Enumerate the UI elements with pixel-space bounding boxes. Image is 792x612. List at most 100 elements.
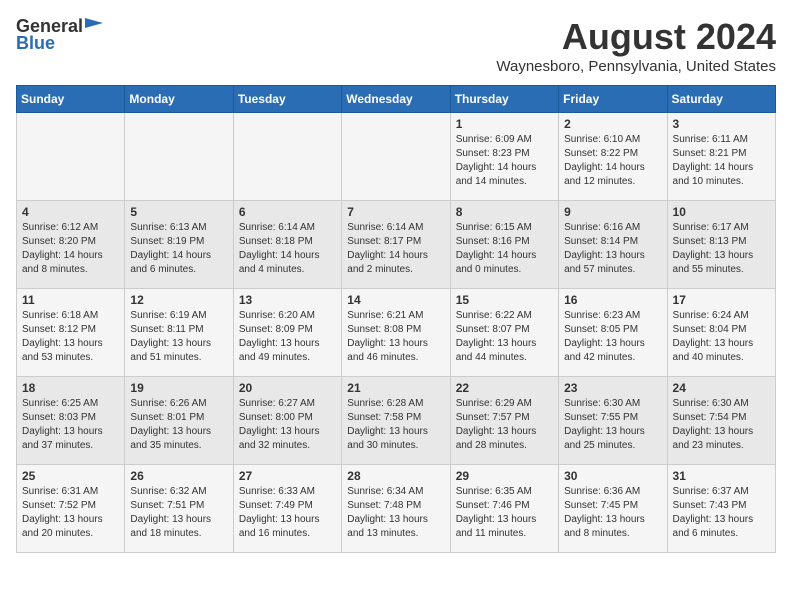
calendar-cell: 15Sunrise: 6:22 AM Sunset: 8:07 PM Dayli… [450,289,558,377]
header-saturday: Saturday [667,86,775,113]
calendar-cell: 14 Sunrise: 6:21 AM Sunset: 8:08 PM Dayli… [342,289,450,377]
day-number: 1 [456,117,553,131]
calendar-cell: 8 Sunrise: 6:15 AM Sunset: 8:16 PM Daylig… [450,201,558,289]
day-number: 12 [130,293,227,307]
calendar-cell: 25 Sunrise: 6:31 AM Sunset: 7:52 PM Dayli… [17,465,125,553]
day-info: Sunrise: 6:09 AM Sunset: 8:23 PM Dayligh… [456,133,553,189]
day-info: Sunrise: 6:19 AM Sunset: 8:11 PM Dayligh… [130,309,227,365]
header: General Blue August 2024 Waynesboro, Pen… [16,16,776,75]
calendar-cell: 24Sunrise: 6:30 AM Sunset: 7:54 PM Dayli… [667,377,775,465]
header-thursday: Thursday [450,86,558,113]
day-info: Sunrise: 6:21 AM Sunset: 8:08 PM Dayligh… [347,309,444,365]
calendar-cell: 12 Sunrise: 6:19 AM Sunset: 8:11 PM Dayli… [125,289,233,377]
calendar-cell: 2Sunrise: 6:10 AM Sunset: 8:22 PM Daylig… [559,113,667,201]
day-info: Sunrise: 6:20 AM Sunset: 8:09 PM Dayligh… [239,309,336,365]
day-number: 14 [347,293,444,307]
calendar-cell: 13 Sunrise: 6:20 AM Sunset: 8:09 PM Dayli… [233,289,341,377]
day-info: Sunrise: 6:10 AM Sunset: 8:22 PM Dayligh… [564,133,661,189]
day-info: Sunrise: 6:36 AM Sunset: 7:45 PM Dayligh… [564,485,661,541]
logo: General Blue [16,16,103,54]
day-info: Sunrise: 6:30 AM Sunset: 7:55 PM Dayligh… [564,397,661,453]
calendar-cell: 3Sunrise: 6:11 AM Sunset: 8:21 PM Daylig… [667,113,775,201]
calendar-cell: 31Sunrise: 6:37 AM Sunset: 7:43 PM Dayli… [667,465,775,553]
day-info: Sunrise: 6:14 AM Sunset: 8:18 PM Dayligh… [239,221,336,277]
day-number: 15 [456,293,553,307]
header-wednesday: Wednesday [342,86,450,113]
day-number: 18 [22,381,119,395]
calendar-cell: 10 Sunrise: 6:17 AM Sunset: 8:13 PM Dayli… [667,201,775,289]
day-number: 7 [347,205,444,219]
header-friday: Friday [559,86,667,113]
calendar-cell: 17Sunrise: 6:24 AM Sunset: 8:04 PM Dayli… [667,289,775,377]
day-number: 4 [22,205,119,219]
day-number: 28 [347,469,444,483]
day-number: 30 [564,469,661,483]
day-number: 19 [130,381,227,395]
calendar-cell [233,113,341,201]
title-area: August 2024 Waynesboro, Pennsylvania, Un… [496,16,776,75]
day-info: Sunrise: 6:14 AM Sunset: 8:17 PM Dayligh… [347,221,444,277]
day-info: Sunrise: 6:32 AM Sunset: 7:51 PM Dayligh… [130,485,227,541]
logo-blue-text: Blue [16,33,55,54]
day-number: 16 [564,293,661,307]
calendar-cell: 5 Sunrise: 6:13 AM Sunset: 8:19 PM Daylig… [125,201,233,289]
day-number: 17 [673,293,770,307]
calendar-cell: 19Sunrise: 6:26 AM Sunset: 8:01 PM Dayli… [125,377,233,465]
day-number: 3 [673,117,770,131]
day-number: 10 [673,205,770,219]
day-info: Sunrise: 6:17 AM Sunset: 8:13 PM Dayligh… [673,221,770,277]
day-info: Sunrise: 6:31 AM Sunset: 7:52 PM Dayligh… [22,485,119,541]
day-number: 5 [130,205,227,219]
location-subtitle: Waynesboro, Pennsylvania, United States [496,58,776,75]
calendar-cell: 26 Sunrise: 6:32 AM Sunset: 7:51 PM Dayli… [125,465,233,553]
day-info: Sunrise: 6:16 AM Sunset: 8:14 PM Dayligh… [564,221,661,277]
calendar-week-3: 18 Sunrise: 6:25 AM Sunset: 8:03 PM Dayli… [17,377,776,465]
calendar-cell: 16 Sunrise: 6:23 AM Sunset: 8:05 PM Dayli… [559,289,667,377]
day-info: Sunrise: 6:29 AM Sunset: 7:57 PM Dayligh… [456,397,553,453]
header-sunday: Sunday [17,86,125,113]
day-number: 13 [239,293,336,307]
calendar-cell: 18 Sunrise: 6:25 AM Sunset: 8:03 PM Dayli… [17,377,125,465]
calendar-header-row: SundayMondayTuesdayWednesdayThursdayFrid… [17,86,776,113]
header-monday: Monday [125,86,233,113]
calendar-cell: 22 Sunrise: 6:29 AM Sunset: 7:57 PM Dayli… [450,377,558,465]
day-number: 22 [456,381,553,395]
day-info: Sunrise: 6:15 AM Sunset: 8:16 PM Dayligh… [456,221,553,277]
calendar-cell: 29 Sunrise: 6:35 AM Sunset: 7:46 PM Dayli… [450,465,558,553]
calendar-week-4: 25 Sunrise: 6:31 AM Sunset: 7:52 PM Dayli… [17,465,776,553]
calendar-cell [17,113,125,201]
calendar-cell: 28 Sunrise: 6:34 AM Sunset: 7:48 PM Dayli… [342,465,450,553]
calendar-cell: 11Sunrise: 6:18 AM Sunset: 8:12 PM Dayli… [17,289,125,377]
day-info: Sunrise: 6:35 AM Sunset: 7:46 PM Dayligh… [456,485,553,541]
day-number: 27 [239,469,336,483]
day-number: 20 [239,381,336,395]
calendar-cell: 7 Sunrise: 6:14 AM Sunset: 8:17 PM Daylig… [342,201,450,289]
day-number: 6 [239,205,336,219]
month-year-title: August 2024 [496,16,776,58]
day-info: Sunrise: 6:12 AM Sunset: 8:20 PM Dayligh… [22,221,119,277]
day-info: Sunrise: 6:27 AM Sunset: 8:00 PM Dayligh… [239,397,336,453]
day-info: Sunrise: 6:25 AM Sunset: 8:03 PM Dayligh… [22,397,119,453]
calendar-cell: 27Sunrise: 6:33 AM Sunset: 7:49 PM Dayli… [233,465,341,553]
calendar-cell: 30 Sunrise: 6:36 AM Sunset: 7:45 PM Dayli… [559,465,667,553]
day-info: Sunrise: 6:34 AM Sunset: 7:48 PM Dayligh… [347,485,444,541]
header-tuesday: Tuesday [233,86,341,113]
day-number: 23 [564,381,661,395]
day-info: Sunrise: 6:30 AM Sunset: 7:54 PM Dayligh… [673,397,770,453]
calendar-cell: 4 Sunrise: 6:12 AM Sunset: 8:20 PM Daylig… [17,201,125,289]
calendar-cell: 20 Sunrise: 6:27 AM Sunset: 8:00 PM Dayli… [233,377,341,465]
day-info: Sunrise: 6:28 AM Sunset: 7:58 PM Dayligh… [347,397,444,453]
day-info: Sunrise: 6:13 AM Sunset: 8:19 PM Dayligh… [130,221,227,277]
day-number: 29 [456,469,553,483]
day-number: 8 [456,205,553,219]
calendar-week-0: 1 Sunrise: 6:09 AM Sunset: 8:23 PM Daylig… [17,113,776,201]
day-number: 26 [130,469,227,483]
day-info: Sunrise: 6:23 AM Sunset: 8:05 PM Dayligh… [564,309,661,365]
calendar-cell [342,113,450,201]
day-number: 9 [564,205,661,219]
calendar-cell: 23 Sunrise: 6:30 AM Sunset: 7:55 PM Dayli… [559,377,667,465]
calendar-cell: 1 Sunrise: 6:09 AM Sunset: 8:23 PM Daylig… [450,113,558,201]
logo-flag-icon [85,18,103,34]
day-number: 31 [673,469,770,483]
day-number: 25 [22,469,119,483]
